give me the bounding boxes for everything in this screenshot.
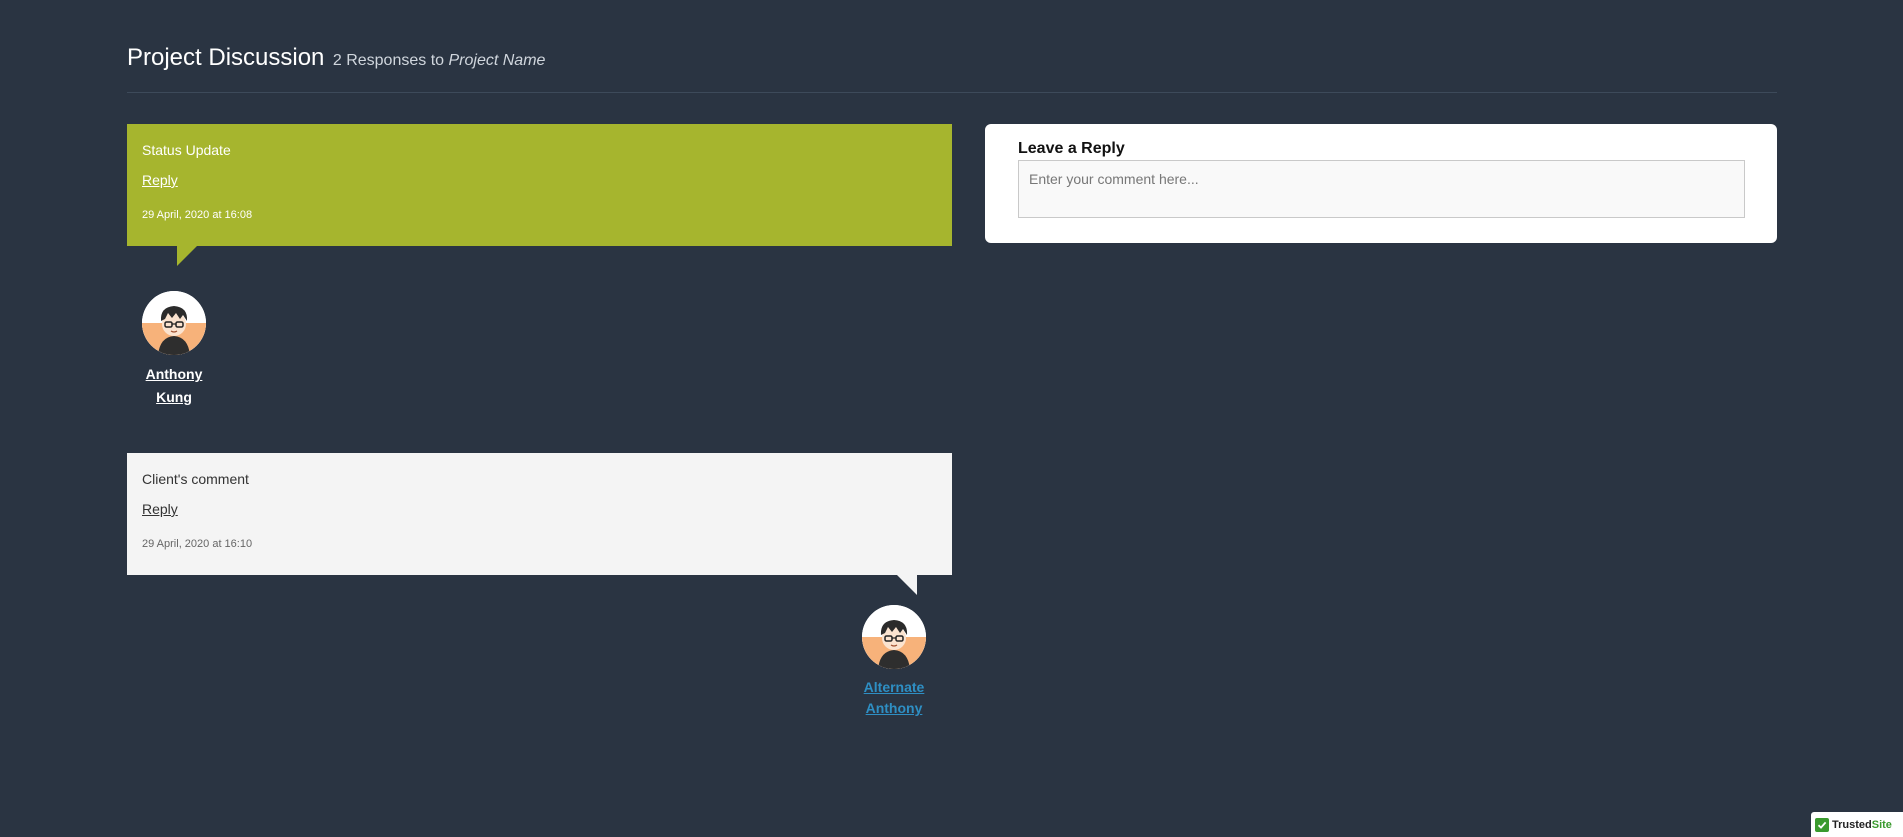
- reply-form: Leave a Reply: [985, 124, 1777, 243]
- author-first-name: Alternate: [863, 679, 925, 695]
- comment-input[interactable]: [1018, 160, 1745, 218]
- comment-author: Alternate Anthony: [844, 605, 944, 719]
- reply-form-title: Leave a Reply: [1018, 140, 1125, 157]
- avatar-icon: [142, 291, 206, 355]
- author-name-link[interactable]: Anthony Kung: [139, 363, 209, 409]
- reply-link[interactable]: Reply: [142, 501, 178, 517]
- project-name: Project Name: [448, 52, 546, 69]
- author-first-name: Anthony: [145, 366, 203, 382]
- comment-bubble-client: Client's comment Reply 29 April, 2020 at…: [127, 453, 952, 575]
- check-icon: [1815, 817, 1829, 832]
- page-title: Project Discussion: [127, 44, 325, 71]
- responses-subtitle: 2 Responses to Project Name: [333, 52, 546, 69]
- avatar[interactable]: [142, 291, 206, 355]
- trusted-site-label: TrustedSite: [1832, 819, 1892, 831]
- author-last-name: Anthony: [865, 700, 923, 716]
- responses-count: 2 Responses to: [332, 52, 445, 69]
- comment-date: 29 April, 2020 at 16:08: [142, 209, 253, 221]
- avatar[interactable]: [862, 605, 926, 669]
- comment-bubble-status-update: Status Update Reply 29 April, 2020 at 16…: [127, 124, 952, 246]
- badge-trusted-word: Trusted: [1832, 818, 1872, 831]
- badge-site-word: Site: [1871, 818, 1892, 831]
- comment-text: Client's comment: [142, 471, 249, 487]
- comment-author: Anthony Kung: [124, 291, 224, 409]
- discussion-header: Project Discussion 2 Responses to Projec…: [127, 44, 1777, 93]
- comment-date: 29 April, 2020 at 16:10: [142, 538, 253, 550]
- comment-text: Status Update: [142, 142, 231, 158]
- author-name-link[interactable]: Alternate Anthony: [859, 677, 929, 719]
- comment-bubble-tail: [897, 575, 917, 595]
- reply-link[interactable]: Reply: [142, 172, 178, 188]
- comment-bubble-tail: [177, 246, 197, 266]
- author-last-name: Kung: [156, 389, 192, 405]
- avatar-icon: [862, 605, 926, 669]
- page: Project Discussion 2 Responses to Projec…: [0, 0, 1903, 837]
- trusted-site-badge[interactable]: TrustedSite: [1811, 812, 1903, 837]
